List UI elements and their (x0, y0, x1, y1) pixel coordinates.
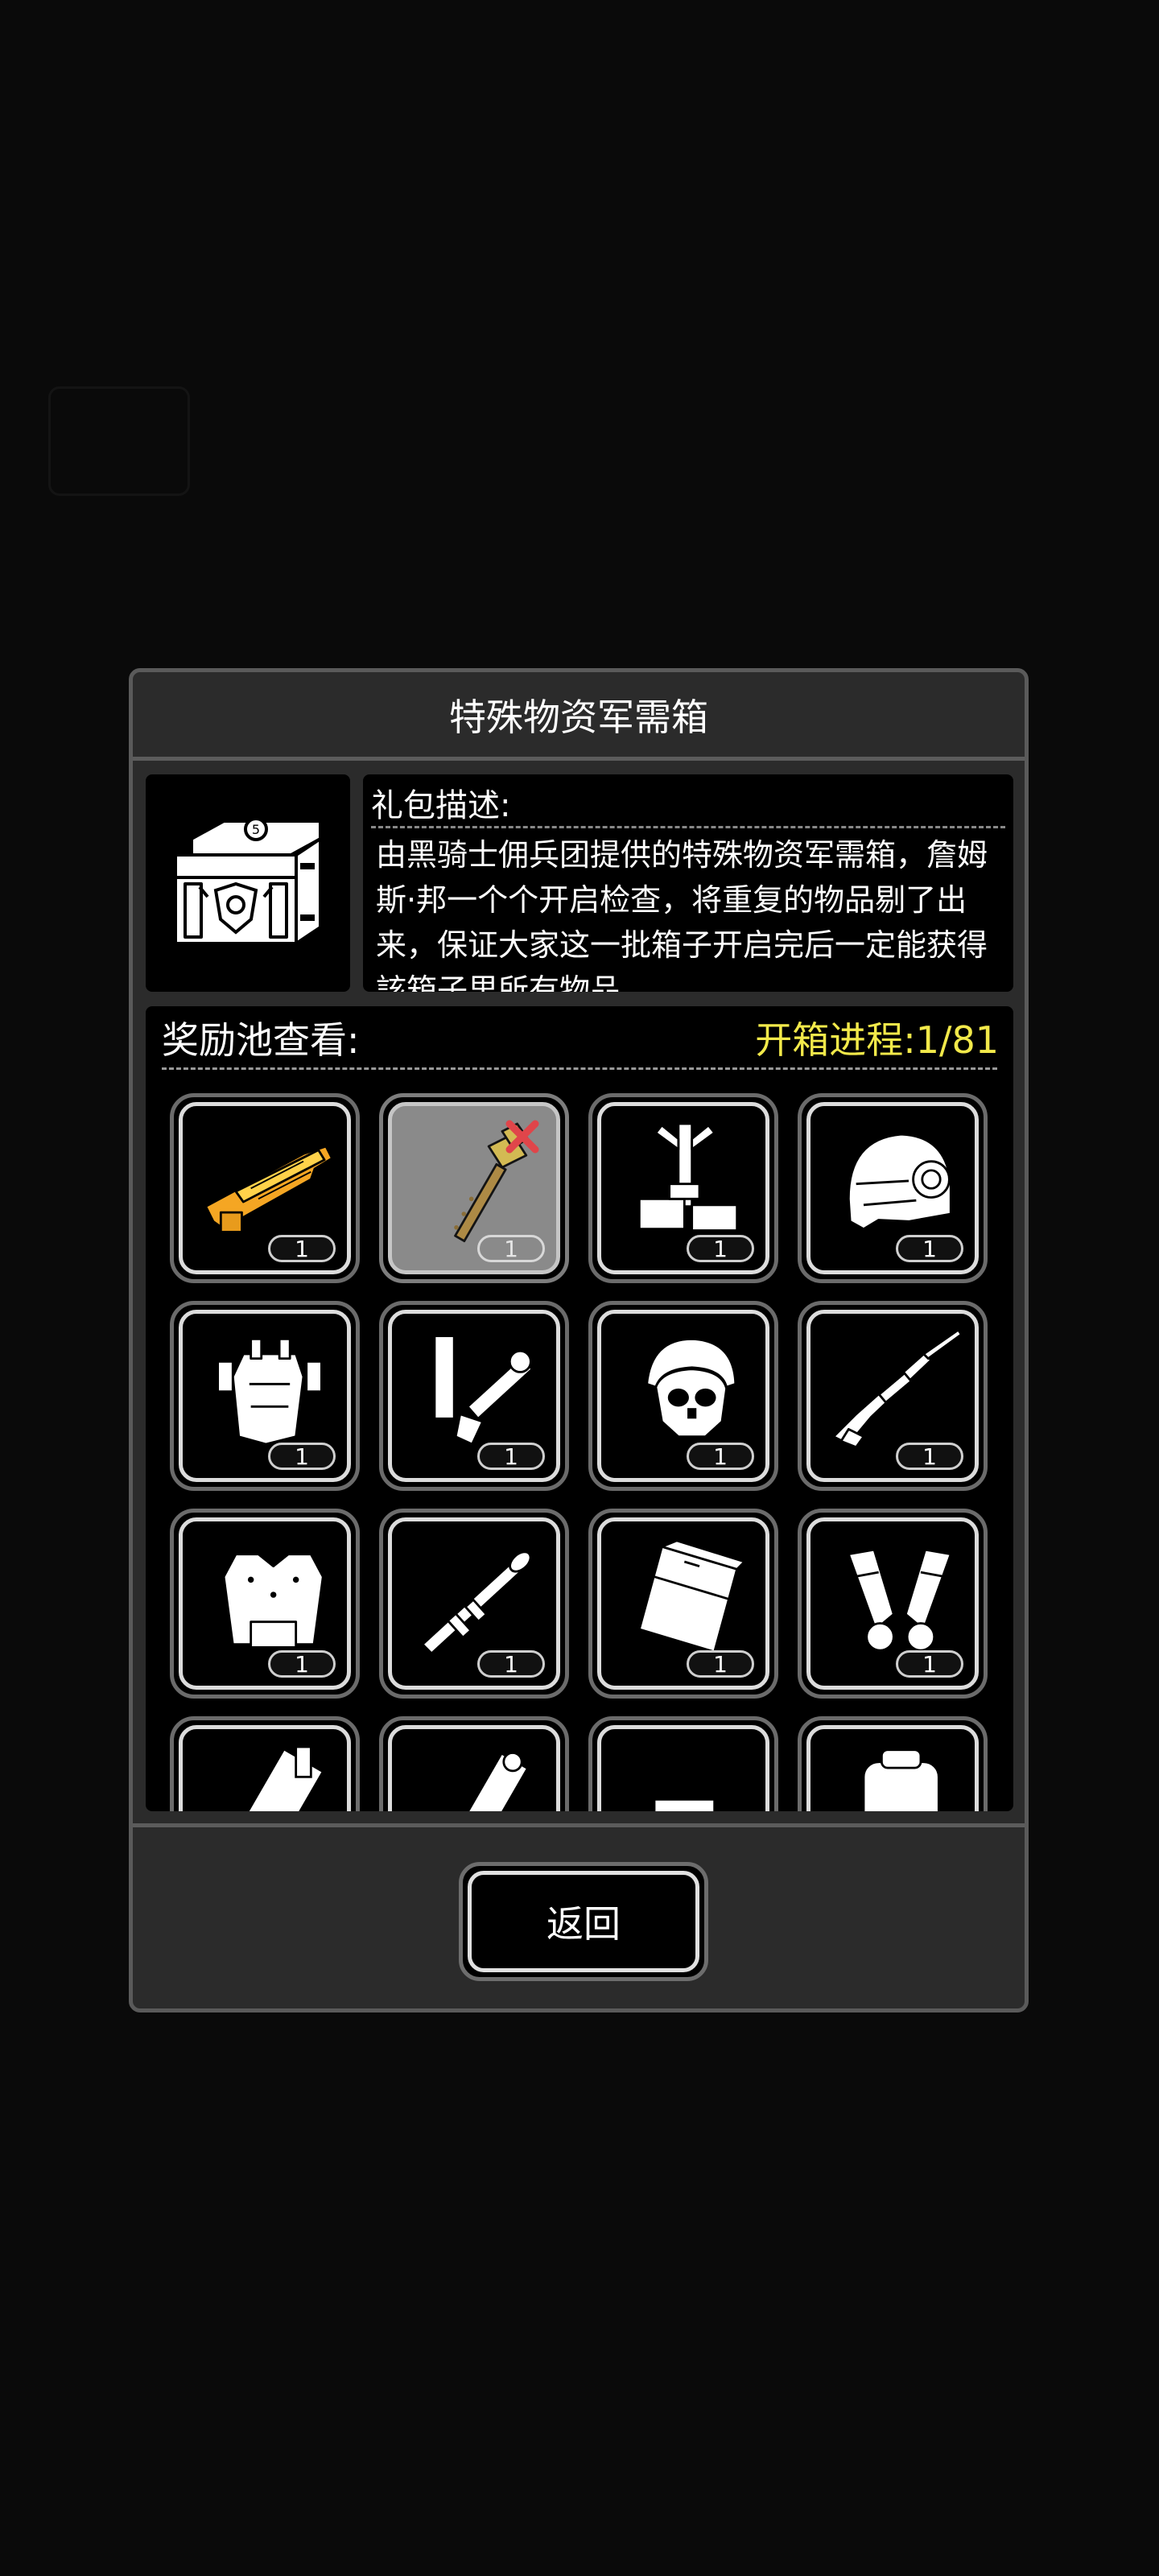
reward-item-grid: 1 1 1 1 1 1 1 1 1 1 1 1 (146, 1006, 1013, 1811)
footer-divider (133, 1823, 1025, 1827)
reward-item-slot[interactable]: 1 (798, 1301, 988, 1491)
reward-item-slot[interactable]: 1 (170, 1093, 360, 1283)
gauntlets-icon (847, 1548, 952, 1652)
reward-item-frame: 1 (806, 1102, 979, 1274)
reward-item-frame: 1 (806, 1517, 979, 1690)
reward-item-frame: 1 (597, 1517, 769, 1690)
reward-item-frame: 1 (388, 1517, 560, 1690)
backpack-icon (862, 1748, 940, 1811)
reward-item-frame: 1 (388, 1102, 560, 1274)
reward-item-slot[interactable]: 1 (798, 1093, 988, 1283)
launcher-arm-icon (433, 1335, 534, 1446)
ammo-case-icon (637, 1539, 746, 1653)
sniper-rifle-icon (832, 1328, 963, 1449)
reward-item-frame: 1 (179, 1310, 351, 1482)
tripod-tool-kit-icon (637, 1122, 739, 1232)
reward-item-frame: 1 (806, 1310, 979, 1482)
item-count-badge: 1 (477, 1650, 545, 1678)
skull-helmet-icon (645, 1337, 737, 1439)
reward-item-slot[interactable]: 1 (170, 1509, 360, 1699)
reward-item-frame: 1 (388, 1310, 560, 1482)
reward-item-slot[interactable]: 1 (798, 1509, 988, 1699)
item-count-badge: 1 (896, 1650, 963, 1678)
svg-text:5: 5 (252, 822, 260, 837)
golden-rifle-icon (204, 1145, 333, 1233)
rpg-launcher-icon (421, 1550, 532, 1655)
reward-item-slot[interactable] (170, 1716, 360, 1811)
description-label: 礼包描述: (371, 787, 511, 824)
reward-item-frame (388, 1725, 560, 1811)
reward-item-slot[interactable]: 1 (588, 1301, 778, 1491)
reward-item-frame (179, 1725, 351, 1811)
item-count-badge: 1 (896, 1443, 963, 1470)
reward-item-slot[interactable]: 1 (379, 1093, 569, 1283)
reward-pool-panel[interactable]: 奖励池查看: 开箱进程:1/81 111111111111 (146, 1006, 1013, 1811)
supply-chest-icon: 5 (174, 817, 322, 945)
supply-box-dialog: 特殊物资军需箱 5 礼包描述: 由黑骑士佣兵团提供的特殊物资军需箱，詹姆斯·邦一… (129, 668, 1029, 2013)
reward-item-slot[interactable]: 1 (379, 1301, 569, 1491)
item-count-badge: 1 (477, 1443, 545, 1470)
package-info: 5 礼包描述: 由黑骑士佣兵团提供的特殊物资军需箱，詹姆斯·邦一个个开启检查，将… (146, 774, 1013, 992)
item-count-badge: 1 (268, 1235, 336, 1262)
body-armor-rig-icon (217, 1337, 323, 1446)
minigun-icon (237, 1745, 325, 1811)
heavy-rifle-icon (653, 1798, 716, 1811)
back-button[interactable]: 返回 (459, 1862, 708, 1981)
removed-cross-icon (505, 1120, 539, 1154)
description-panel[interactable]: 礼包描述: 由黑骑士佣兵团提供的特殊物资军需箱，詹姆斯·邦一个个开启检查，将重复… (363, 774, 1013, 992)
back-button-label: 返回 (468, 1871, 699, 1972)
description-text: 由黑骑士佣兵团提供的特殊物资军需箱，詹姆斯·邦一个个开启检查，将重复的物品剔了出… (376, 837, 988, 992)
reward-item-slot[interactable] (379, 1716, 569, 1811)
item-count-badge: 1 (896, 1235, 963, 1262)
reward-item-frame: 1 (179, 1517, 351, 1690)
reward-item-slot[interactable]: 1 (588, 1509, 778, 1699)
reward-item-slot[interactable]: 1 (379, 1509, 569, 1699)
reward-item-frame: 1 (597, 1310, 769, 1482)
reward-item-slot[interactable]: 1 (588, 1093, 778, 1283)
package-icon-frame: 5 (146, 774, 350, 992)
reward-item-frame (806, 1725, 979, 1811)
item-count-badge: 1 (268, 1650, 336, 1678)
reward-item-frame: 1 (179, 1102, 351, 1274)
spiked-club-icon (451, 1752, 530, 1811)
item-count-badge: 1 (268, 1443, 336, 1470)
item-count-badge: 1 (477, 1235, 545, 1262)
reward-item-slot[interactable]: 1 (170, 1301, 360, 1491)
item-count-badge: 1 (687, 1650, 754, 1678)
reward-item-frame (597, 1725, 769, 1811)
tactical-helmet-icon (847, 1133, 952, 1231)
description-divider (371, 826, 1005, 828)
reward-item-slot[interactable] (798, 1716, 988, 1811)
background-item-frame (48, 386, 190, 496)
item-count-badge: 1 (687, 1235, 754, 1262)
dialog-title: 特殊物资军需箱 (133, 672, 1025, 761)
reward-item-slot[interactable] (588, 1716, 778, 1811)
armored-vest-icon (222, 1553, 324, 1649)
reward-item-frame: 1 (597, 1102, 769, 1274)
item-count-badge: 1 (687, 1443, 754, 1470)
